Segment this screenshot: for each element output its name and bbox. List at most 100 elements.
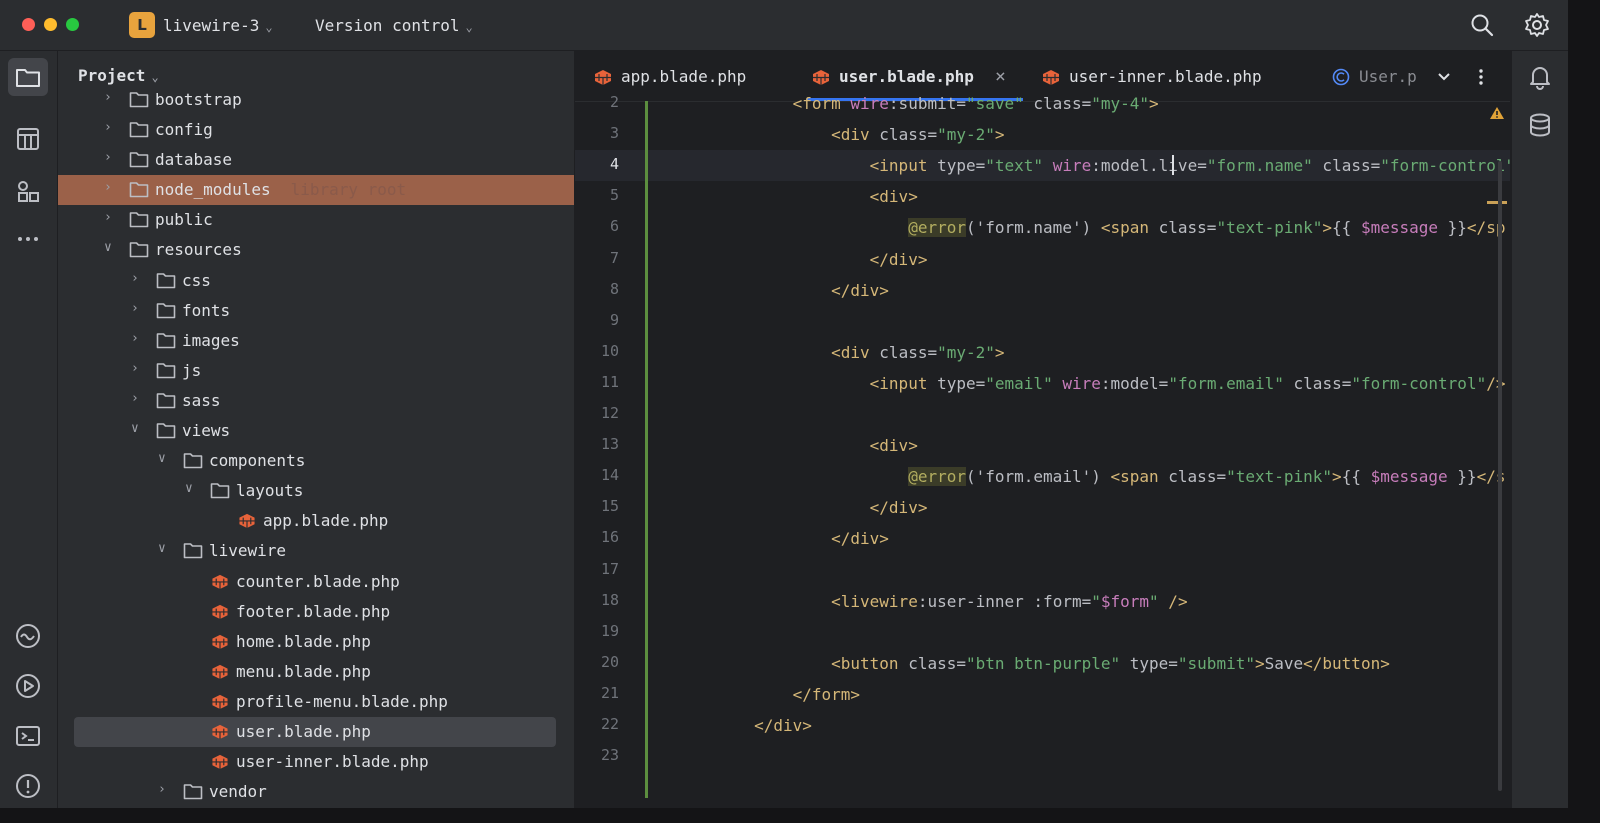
- code-token: "form.name": [1206, 156, 1313, 176]
- tree-folder-row[interactable]: › js: [58, 356, 574, 386]
- line-number: 10: [600, 341, 619, 360]
- code-line[interactable]: @error('form.name') <span class="text-pi…: [575, 212, 1510, 243]
- search-icon[interactable]: [1469, 12, 1495, 38]
- code-line[interactable]: </form>: [575, 679, 1510, 710]
- code-line[interactable]: <button class="btn btn-purple" type="sub…: [575, 648, 1510, 679]
- code-token: }}: [1438, 218, 1467, 238]
- code-line[interactable]: [575, 617, 1510, 648]
- editor-scrollbar[interactable]: [1496, 101, 1504, 798]
- tree-folder-row[interactable]: ∨ resources: [58, 235, 574, 265]
- code-line[interactable]: <livewire:user-inner :form="$form" />: [575, 586, 1510, 617]
- gear-icon[interactable]: [1524, 12, 1550, 38]
- chevron-right-icon[interactable]: ›: [104, 90, 112, 105]
- tree-folder-row[interactable]: › css: [58, 266, 574, 296]
- code-line[interactable]: <div>: [575, 430, 1510, 461]
- tree-item-label: home.blade.php: [236, 631, 371, 651]
- more-icon[interactable]: [14, 225, 42, 253]
- code-line[interactable]: <div class="my-2">: [575, 337, 1510, 368]
- line-number: 5: [609, 186, 619, 205]
- tree-file-row[interactable]: user.blade.php: [58, 717, 574, 747]
- chevron-right-icon[interactable]: ›: [131, 391, 139, 406]
- chevron-right-icon[interactable]: ›: [131, 331, 139, 346]
- chevron-down-icon[interactable]: ∨: [158, 451, 166, 466]
- line-number: 7: [609, 248, 619, 267]
- tree-folder-row[interactable]: › config: [58, 115, 574, 145]
- terminal-icon[interactable]: [14, 722, 42, 750]
- project-switcher[interactable]: livewire-3 ⌄: [163, 16, 273, 35]
- vcs-widget[interactable]: Version control ⌄: [315, 16, 473, 35]
- project-panel-header[interactable]: Project ⌄: [78, 66, 159, 85]
- database-icon[interactable]: [1526, 111, 1554, 139]
- chevron-down-icon[interactable]: ∨: [104, 240, 112, 255]
- code-line[interactable]: </div>: [575, 275, 1510, 306]
- line-number: 4: [609, 155, 619, 174]
- tree-file-row[interactable]: footer.blade.php: [58, 597, 574, 627]
- structure-icon[interactable]: [14, 125, 42, 153]
- folder-icon[interactable]: [14, 63, 42, 91]
- tree-folder-row[interactable]: › images: [58, 326, 574, 356]
- vcs-label: Version control: [315, 16, 460, 35]
- problems-icon[interactable]: [14, 772, 42, 800]
- tree-file-row[interactable]: counter.blade.php: [58, 567, 574, 597]
- plugins-icon[interactable]: [14, 177, 42, 205]
- chevron-down-icon[interactable]: ∨: [131, 421, 139, 436]
- close-window-button[interactable]: [22, 18, 35, 31]
- code-line[interactable]: [575, 399, 1510, 430]
- notifications-icon[interactable]: [1526, 63, 1554, 91]
- chevron-right-icon[interactable]: ›: [131, 361, 139, 376]
- code-line[interactable]: [575, 555, 1510, 586]
- tree-file-row[interactable]: profile-menu.blade.php: [58, 687, 574, 717]
- tree-folder-row[interactable]: ∨ livewire: [58, 536, 574, 566]
- code-line[interactable]: <div class="my-2">: [575, 119, 1510, 150]
- minimize-window-button[interactable]: [44, 18, 57, 31]
- chevron-right-icon[interactable]: ›: [158, 782, 166, 797]
- tree-file-row[interactable]: home.blade.php: [58, 627, 574, 657]
- run-icon[interactable]: [14, 672, 42, 700]
- chevron-right-icon[interactable]: ›: [104, 150, 112, 165]
- chevron-right-icon[interactable]: ›: [104, 210, 112, 225]
- code-line[interactable]: </div>: [575, 492, 1510, 523]
- tree-folder-row[interactable]: › fonts: [58, 296, 574, 326]
- tree-folder-row[interactable]: › vendor: [58, 777, 574, 807]
- services-icon[interactable]: [14, 622, 42, 650]
- code-token: {{: [1332, 218, 1361, 238]
- tree-item-label: config: [155, 120, 213, 139]
- code-token: class=: [879, 342, 938, 362]
- close-icon[interactable]: ×: [995, 66, 1006, 87]
- zoom-window-button[interactable]: [66, 18, 79, 31]
- chevron-down-icon[interactable]: ∨: [158, 541, 166, 556]
- chevron-right-icon[interactable]: ›: [104, 120, 112, 135]
- chevron-down-icon[interactable]: [1436, 69, 1452, 85]
- code-line[interactable]: [575, 741, 1510, 772]
- code-line[interactable]: <form wire:submit="save" class="my-4">: [575, 88, 1510, 119]
- chevron-right-icon[interactable]: ›: [131, 301, 139, 316]
- tree-file-row[interactable]: menu.blade.php: [58, 657, 574, 687]
- code-area[interactable]: <form wire:submit="save" class="my-4"> <…: [575, 94, 1510, 808]
- code-line[interactable]: [575, 306, 1510, 337]
- code-line[interactable]: @error('form.email') <span class="text-p…: [575, 461, 1510, 492]
- chevron-right-icon[interactable]: ›: [104, 180, 112, 195]
- more-vertical-icon[interactable]: [1473, 67, 1489, 87]
- tree-folder-row[interactable]: › database: [58, 145, 574, 175]
- code-line[interactable]: <input type="email" wire:model="form.ema…: [575, 368, 1510, 399]
- tree-folder-row[interactable]: › bootstrap: [58, 85, 574, 115]
- tree-folder-row[interactable]: ∨ components: [58, 446, 574, 476]
- tree-file-row[interactable]: user-inner.blade.php: [58, 747, 574, 777]
- code-token: >: [1149, 94, 1159, 113]
- tree-folder-row[interactable]: › public: [58, 205, 574, 235]
- chevron-right-icon[interactable]: ›: [131, 271, 139, 286]
- code-line[interactable]: </div>: [575, 710, 1510, 741]
- code-line[interactable]: <input type="text" wire:model.live="form…: [575, 150, 1510, 182]
- tree-folder-row[interactable]: › sass: [58, 386, 574, 416]
- chevron-down-icon[interactable]: ∨: [185, 481, 193, 496]
- tree-file-row[interactable]: app.blade.php: [58, 506, 574, 536]
- code-line[interactable]: <div>: [575, 181, 1510, 212]
- project-badge[interactable]: L: [129, 12, 155, 38]
- tree-folder-row[interactable]: ∨ views: [58, 416, 574, 446]
- scrollbar-thumb[interactable]: [1498, 161, 1502, 791]
- tree-folder-row[interactable]: ∨ layouts: [58, 476, 574, 506]
- code-line[interactable]: </div>: [575, 523, 1510, 554]
- tree-folder-row[interactable]: › node_modules library root: [58, 175, 574, 206]
- code-line[interactable]: </div>: [575, 244, 1510, 275]
